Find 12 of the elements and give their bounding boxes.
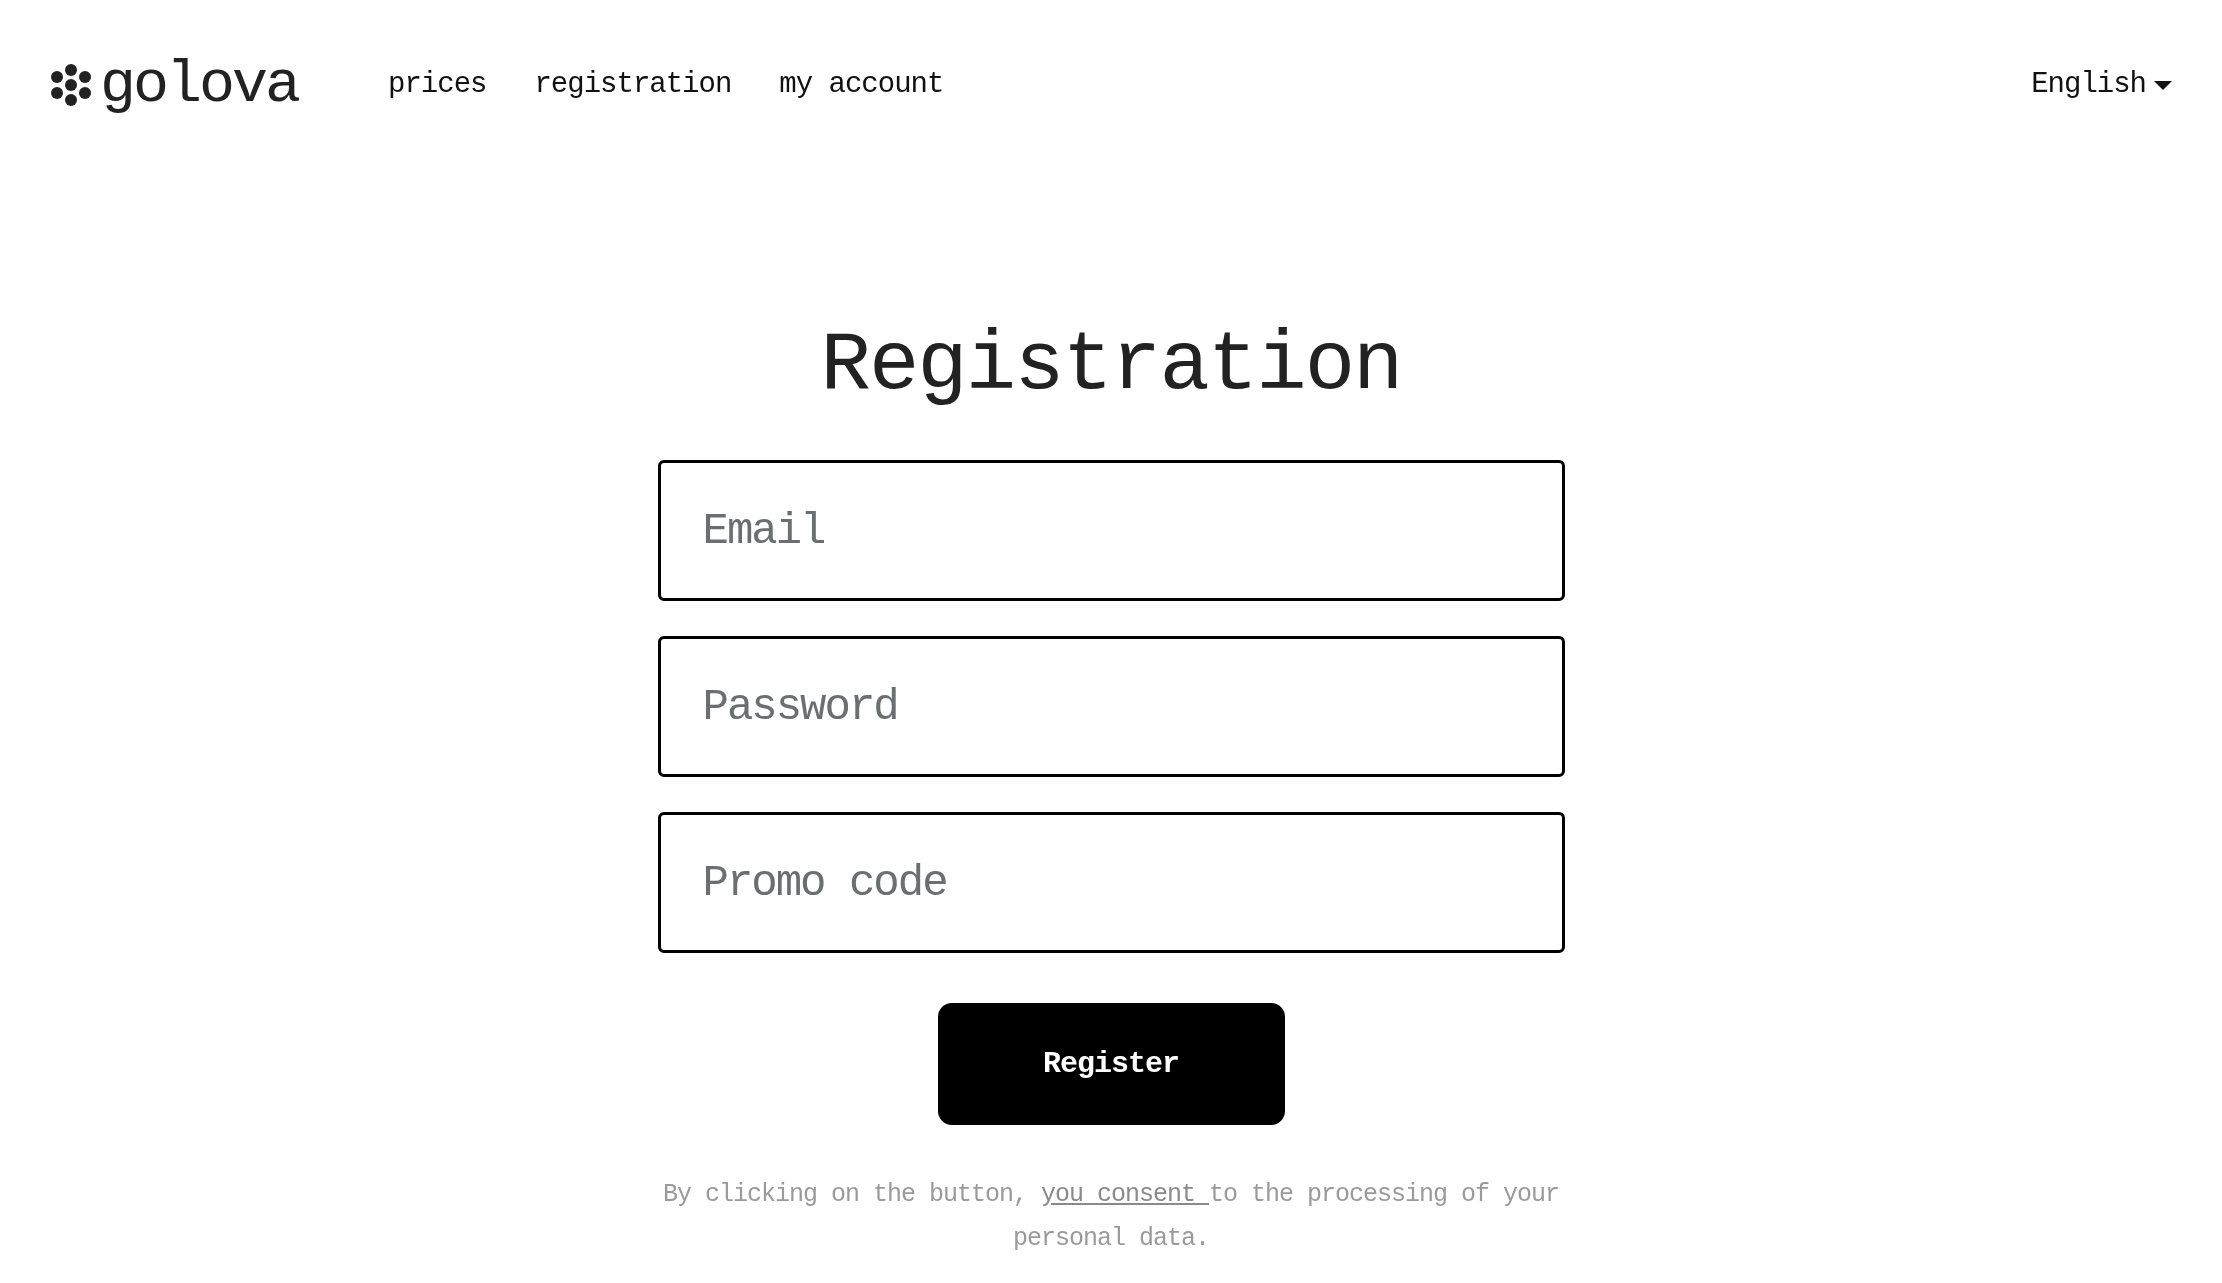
logo-icon	[50, 64, 92, 106]
nav-link[interactable]: my account	[779, 63, 944, 107]
input-field[interactable]: Password	[657, 636, 1565, 778]
nav-link[interactable]: registration	[534, 63, 732, 107]
logo-text[interactable]: golova	[100, 55, 299, 115]
input-field[interactable]: Email	[657, 460, 1565, 602]
register-button[interactable]: Register	[937, 1003, 1285, 1126]
page-title: Registration	[820, 320, 1402, 413]
nav-link[interactable]: prices	[388, 63, 487, 107]
consent-text: By clicking on the button, you consent to the processing of your personal data.	[661, 1179, 1561, 1256]
language-dropdown[interactable]: English	[2031, 63, 2172, 107]
input-field[interactable]: Promo code	[657, 812, 1565, 954]
